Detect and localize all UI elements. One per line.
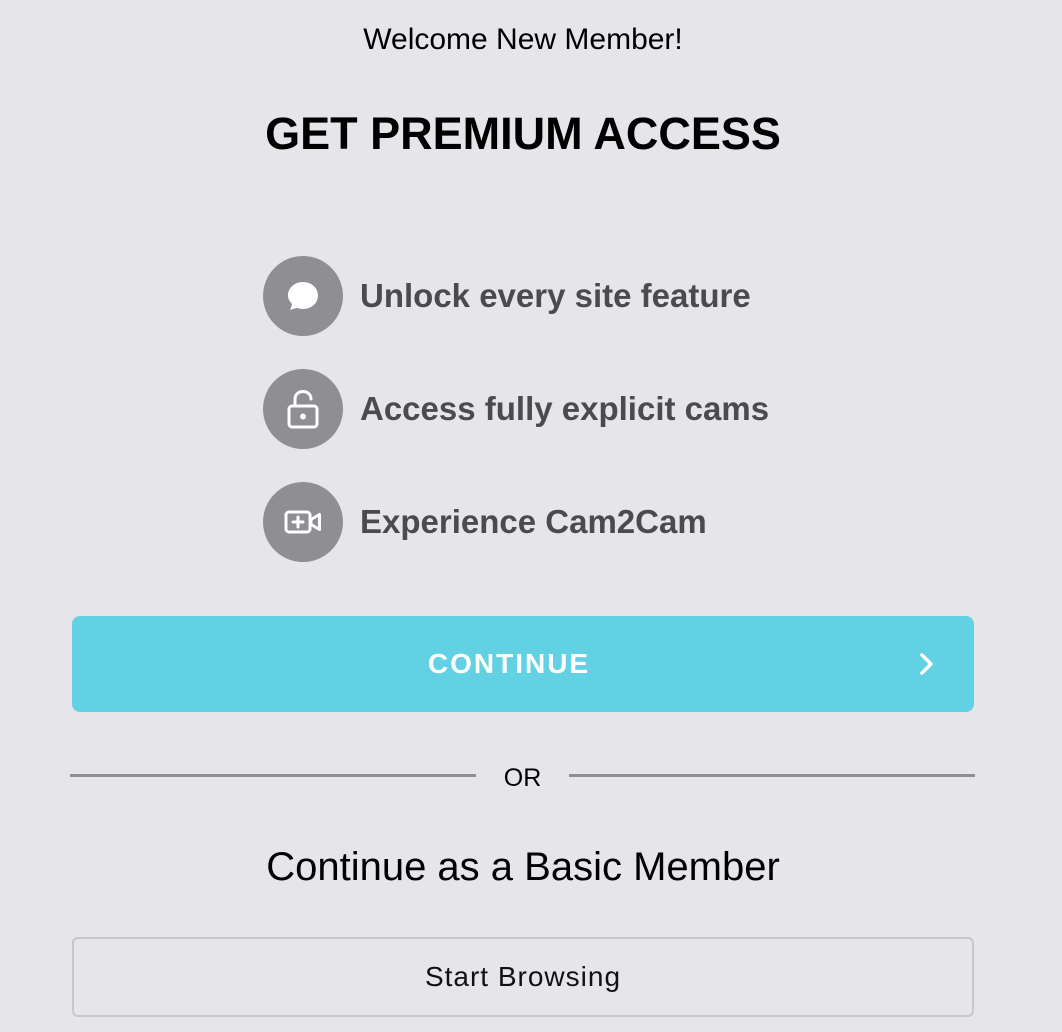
feature-item-unlock-features: Unlock every site feature [263, 256, 751, 336]
video-plus-icon [263, 482, 343, 562]
or-label: OR [503, 764, 542, 792]
divider-line-left [70, 774, 476, 777]
page-title: GET PREMIUM ACCESS [265, 108, 781, 159]
premium-upsell-page: Welcome New Member! GET PREMIUM ACCESS U… [0, 0, 1062, 1032]
chat-bubble-icon [263, 256, 343, 336]
feature-label: Access fully explicit cams [360, 390, 770, 427]
continue-button-label: CONTINUE [427, 648, 591, 679]
basic-member-heading: Continue as a Basic Member [266, 845, 780, 889]
feature-label: Experience Cam2Cam [360, 503, 707, 540]
feature-label: Unlock every site feature [360, 277, 751, 314]
feature-item-cam2cam: Experience Cam2Cam [263, 482, 707, 562]
chevron-right-icon [920, 653, 933, 675]
divider-line-right [569, 774, 975, 777]
feature-item-explicit-cams: Access fully explicit cams [263, 369, 769, 449]
welcome-message: Welcome New Member! [363, 23, 683, 56]
continue-button[interactable]: CONTINUE [72, 616, 974, 712]
start-browsing-button[interactable]: Start Browsing [72, 937, 974, 1017]
or-divider: OR [70, 760, 975, 796]
unlock-icon [263, 369, 343, 449]
